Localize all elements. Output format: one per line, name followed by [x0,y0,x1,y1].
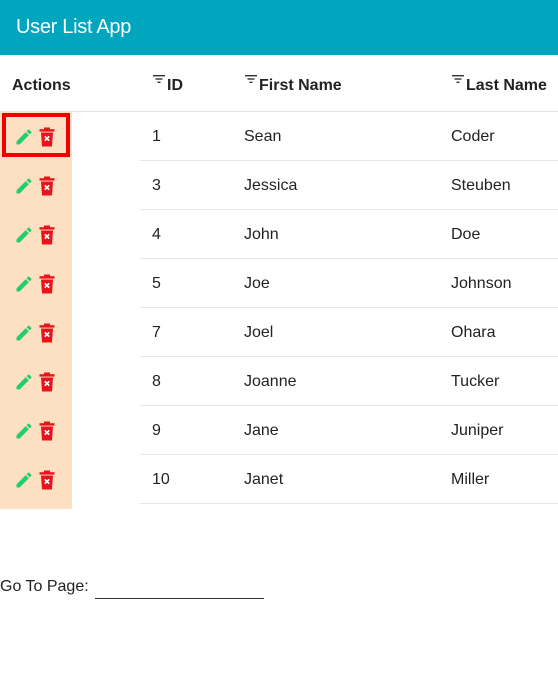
trash-icon[interactable] [39,225,55,245]
app-bar: User List App [0,0,558,55]
cell-first-name: Joe [244,275,270,292]
cell-last-name: Steuben [451,177,511,194]
cell-last-name: Ohara [451,324,496,341]
table-row: 5 Joe Johnson [0,259,558,308]
table-row: 4 John Doe [0,210,558,259]
header-id-label: ID [167,77,183,94]
header-last-name-label: Last Name [466,77,547,94]
table-header: Actions ID First Name Last Name [0,55,558,112]
sort-icon[interactable] [452,74,464,84]
header-first-name[interactable]: First Name [245,75,342,96]
trash-icon[interactable] [39,323,55,343]
trash-icon[interactable] [39,470,55,490]
row-actions [12,322,60,344]
cell-last-name: Johnson [451,275,512,292]
cell-first-name: Jessica [244,177,298,194]
trash-icon[interactable] [39,421,55,441]
pencil-icon[interactable] [14,372,34,392]
trash-icon[interactable] [39,372,55,392]
cell-id: 5 [152,275,161,292]
cell-id: 3 [152,177,161,194]
cell-id: 9 [152,422,161,439]
table-row: 8 Joanne Tucker [0,357,558,406]
trash-icon[interactable] [39,176,55,196]
cell-id: 10 [152,471,170,488]
header-id[interactable]: ID [153,75,183,96]
row-actions [12,469,60,491]
pencil-icon[interactable] [14,323,34,343]
row-actions [12,224,60,246]
pencil-icon[interactable] [14,470,34,490]
header-first-name-label: First Name [259,77,342,94]
row-actions [12,273,60,295]
pencil-icon[interactable] [14,421,34,441]
cell-last-name: Juniper [451,422,504,439]
cell-last-name: Coder [451,128,495,145]
cell-first-name: Joanne [244,373,297,390]
table-row: 7 Joel Ohara [0,308,558,357]
goto-page-input[interactable] [95,576,264,599]
cell-last-name: Tucker [451,373,500,390]
cell-first-name: Jane [244,422,279,439]
row-actions [12,420,60,442]
table-row: 1 Sean Coder [0,112,558,161]
table-row: 9 Jane Juniper [0,406,558,455]
pencil-icon[interactable] [14,176,34,196]
sort-icon[interactable] [153,74,165,84]
pencil-icon[interactable] [14,274,34,294]
cell-first-name: John [244,226,279,243]
cell-first-name: Janet [244,471,284,488]
cell-first-name: Sean [244,128,282,145]
table-row: 3 Jessica Steuben [0,161,558,210]
row-actions [12,175,60,197]
cell-id: 1 [152,128,161,145]
cell-first-name: Joel [244,324,274,341]
header-last-name[interactable]: Last Name [452,75,547,96]
table-row: 10 Janet Miller [0,455,558,504]
cell-id: 8 [152,373,161,390]
app-title: User List App [16,16,132,38]
sort-icon[interactable] [245,74,257,84]
cell-last-name: Doe [451,226,481,243]
goto-page-label: Go To Page: [0,578,89,595]
cell-id: 4 [152,226,161,243]
row-actions [12,371,60,393]
selected-cell-outline [2,113,70,157]
trash-icon[interactable] [39,274,55,294]
row-divider [140,503,558,504]
cell-id: 7 [152,324,161,341]
pencil-icon[interactable] [14,225,34,245]
cell-last-name: Miller [451,471,490,488]
header-actions: Actions [12,77,71,94]
